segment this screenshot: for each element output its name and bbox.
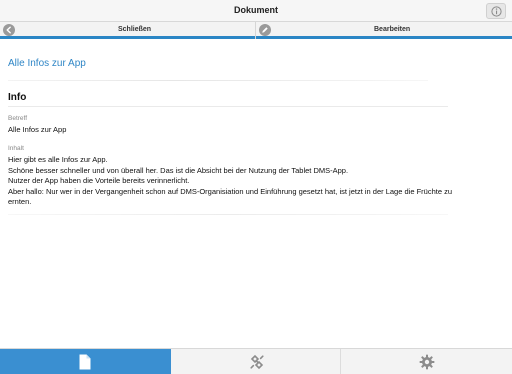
close-button-label: Schließen [118,26,152,33]
pencil-icon [259,24,271,36]
app-window: Dokument Schließen Bearbeiten Alle Infos… [0,0,512,374]
info-icon [491,6,502,17]
connection-icon [250,354,264,370]
tab-connection[interactable] [171,349,341,374]
document-icon [79,354,91,370]
title-bar: Dokument [0,0,512,22]
edit-button[interactable]: Bearbeiten [256,22,512,39]
close-button[interactable]: Schließen [0,22,256,39]
settings-gear-icon [419,354,435,370]
info-button[interactable] [486,3,506,19]
divider [8,106,448,107]
content-line: Aber hallo: Nur wer in der Vergangenheit… [8,186,453,196]
content-line: Hier gibt es alle Infos zur App. [8,155,108,164]
content-line: Schöne besser schneller und von überall … [8,165,349,175]
document-toolbar: Schließen Bearbeiten [0,22,512,39]
subject-label: Betreff [8,115,28,122]
tab-settings[interactable] [341,349,512,374]
window-title: Dokument [233,5,278,15]
content-line: ernten. [8,197,32,206]
back-arrow-icon [3,24,15,36]
content-label: Inhalt [8,145,24,152]
subject-value: Alle Infos zur App [8,125,67,134]
document-content: Alle Infos zur App Info Betreff Alle Inf… [0,42,512,348]
divider [8,80,428,81]
content-text: Hier gibt es alle Infos zur App. Schöne … [8,155,498,208]
bottom-tab-bar [0,348,512,374]
divider [8,214,448,215]
document-title-link[interactable]: Alle Infos zur App [8,58,86,69]
content-line: Nutzer der App haben die Vorteile bereit… [8,176,190,185]
tab-document[interactable] [0,349,171,374]
section-heading: Info [8,92,27,103]
edit-button-label: Bearbeiten [374,26,411,33]
